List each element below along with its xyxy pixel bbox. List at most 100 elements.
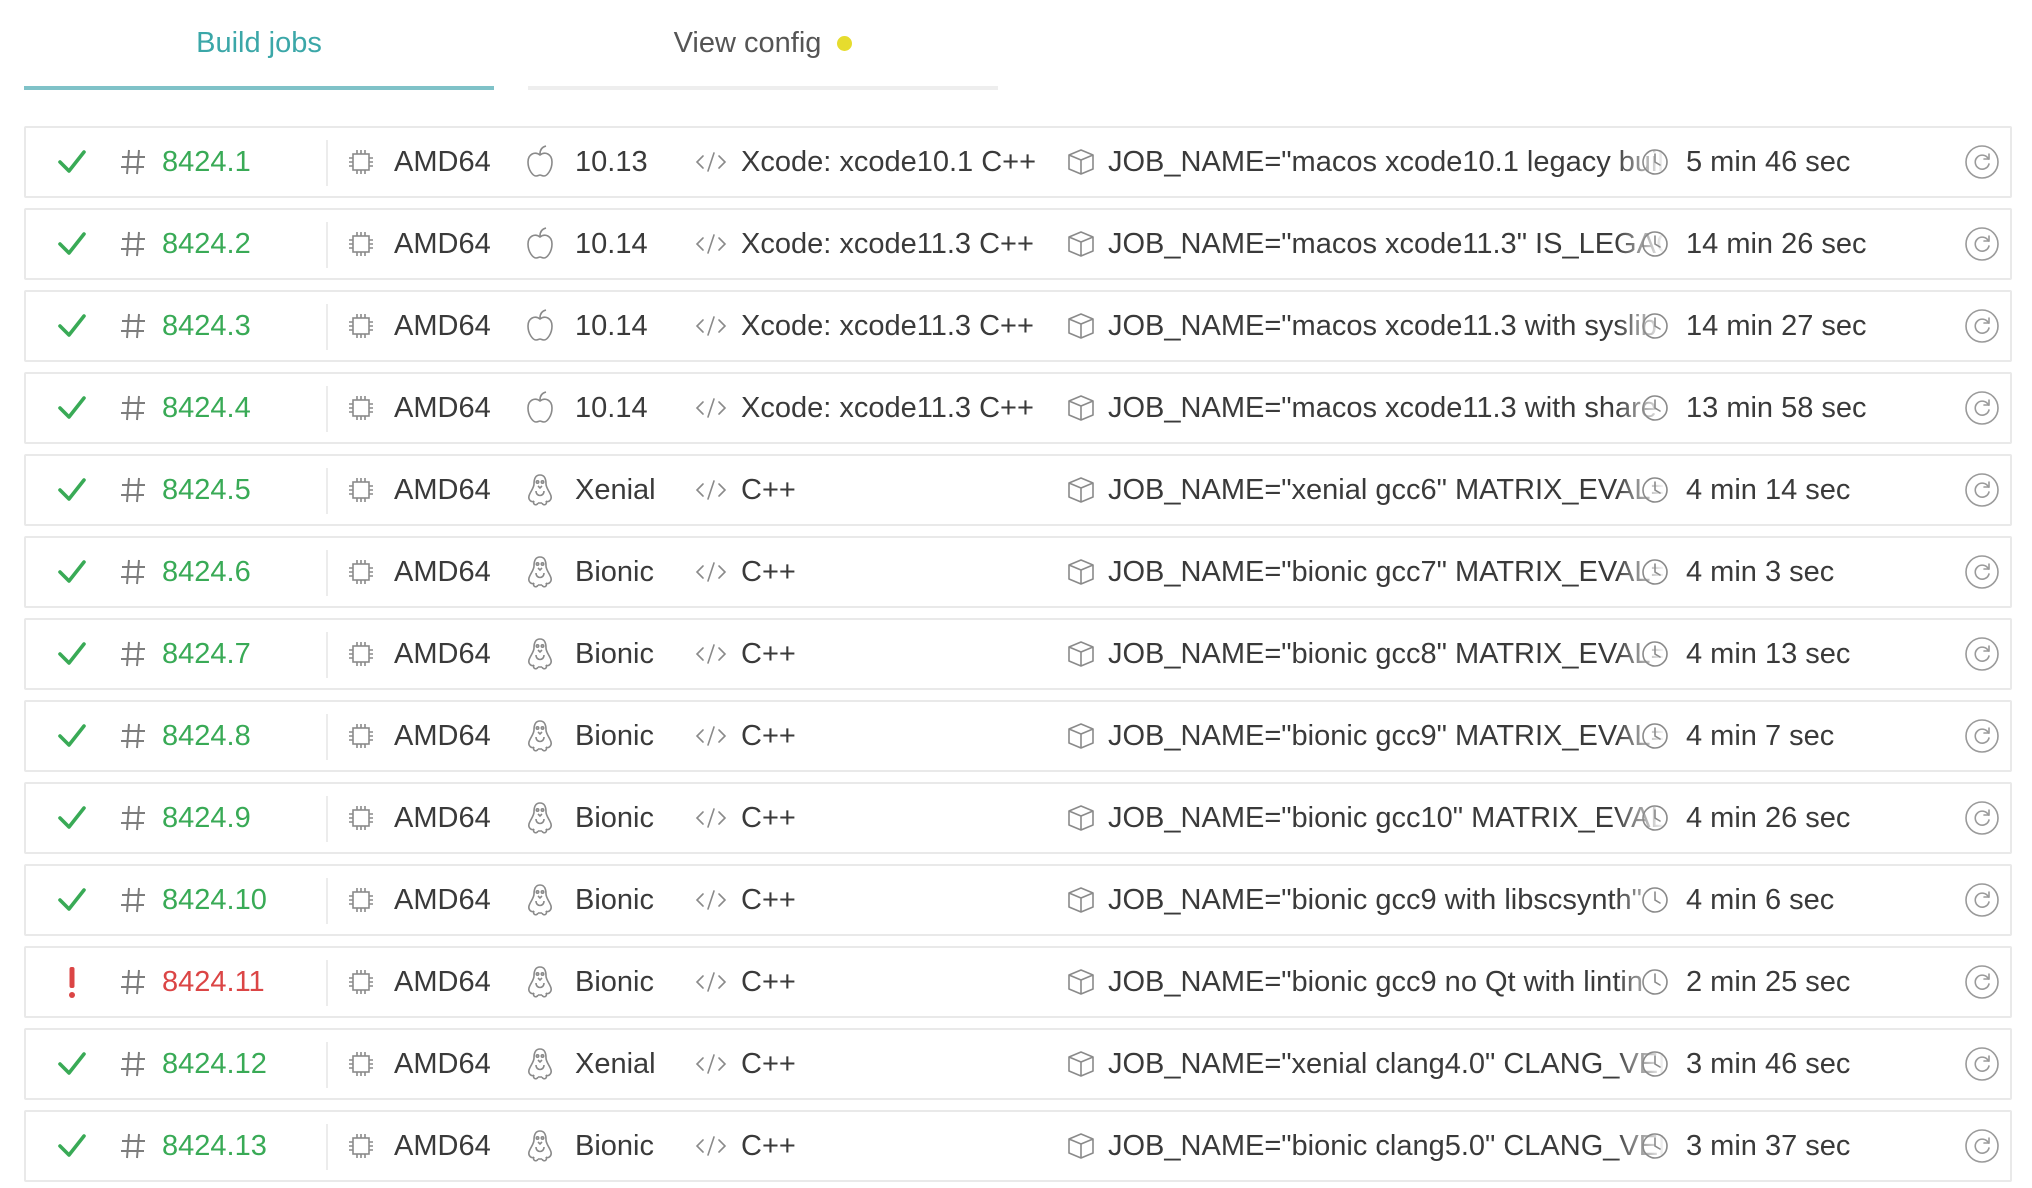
hash-icon bbox=[118, 784, 154, 852]
restart-icon[interactable] bbox=[1960, 620, 2004, 688]
job-row[interactable]: 8424.6 AMD64 Bionic C++ JOB_NAME="bionic gcc… bbox=[24, 536, 2012, 608]
restart-icon[interactable] bbox=[1960, 292, 2004, 360]
check-icon bbox=[52, 1112, 92, 1180]
job-arch: AMD64 bbox=[394, 637, 491, 670]
code-icon bbox=[695, 784, 735, 852]
job-os: Bionic bbox=[575, 555, 654, 588]
hash-icon bbox=[118, 1112, 154, 1180]
box-icon bbox=[1066, 866, 1106, 934]
clock-icon bbox=[1639, 210, 1677, 278]
job-os: Bionic bbox=[575, 719, 654, 752]
job-env: JOB_NAME="bionic gcc9" MATRIX_EVAL=" bbox=[1108, 720, 1663, 752]
job-os: Bionic bbox=[575, 1129, 654, 1162]
job-row[interactable]: 8424.12 AMD64 Xenial C++ JOB_NAME="xenial cl… bbox=[24, 1028, 2012, 1100]
job-arch: AMD64 bbox=[394, 391, 491, 424]
job-arch: AMD64 bbox=[394, 309, 491, 342]
restart-icon[interactable] bbox=[1960, 1030, 2004, 1098]
job-row[interactable]: 8424.2 AMD64 10.14 Xcode: xcode11.3 C++ JOB_… bbox=[24, 208, 2012, 280]
job-number[interactable]: 8424.1 bbox=[162, 128, 322, 196]
job-arch: AMD64 bbox=[394, 883, 491, 916]
job-arch: AMD64 bbox=[394, 965, 491, 998]
restart-icon[interactable] bbox=[1960, 948, 2004, 1016]
job-number[interactable]: 8424.10 bbox=[162, 866, 322, 934]
check-icon bbox=[52, 538, 92, 606]
job-duration: 3 min 46 sec bbox=[1686, 1047, 1851, 1080]
job-language: C++ bbox=[741, 1047, 796, 1080]
restart-icon[interactable] bbox=[1960, 210, 2004, 278]
job-number[interactable]: 8424.9 bbox=[162, 784, 322, 852]
restart-icon[interactable] bbox=[1960, 374, 2004, 442]
check-icon bbox=[52, 210, 92, 278]
job-env: JOB_NAME="bionic gcc9 with libscsynth" bbox=[1108, 884, 1642, 916]
check-icon bbox=[52, 1030, 92, 1098]
cpu-chip-icon bbox=[346, 702, 382, 770]
job-row[interactable]: 8424.1 AMD64 10.13 Xcode: xcode10.1 C++ JOB_… bbox=[24, 126, 2012, 198]
hash-icon bbox=[118, 374, 154, 442]
tab-view-config[interactable]: View config bbox=[528, 0, 998, 90]
job-row[interactable]: 8424.5 AMD64 Xenial C++ JOB_NAME="xenial gcc… bbox=[24, 454, 2012, 526]
job-number[interactable]: 8424.8 bbox=[162, 702, 322, 770]
hash-icon bbox=[118, 128, 154, 196]
restart-icon[interactable] bbox=[1960, 1112, 2004, 1180]
clock-icon bbox=[1639, 620, 1677, 688]
apple-icon bbox=[524, 128, 564, 196]
restart-icon[interactable] bbox=[1960, 866, 2004, 934]
linux-penguin-icon bbox=[524, 948, 564, 1016]
hash-icon bbox=[118, 702, 154, 770]
code-icon bbox=[695, 374, 735, 442]
job-row[interactable]: 8424.7 AMD64 Bionic C++ JOB_NAME="bionic gcc… bbox=[24, 618, 2012, 690]
cpu-chip-icon bbox=[346, 1030, 382, 1098]
job-row[interactable]: 8424.13 AMD64 Bionic C++ JOB_NAME="bionic cl… bbox=[24, 1110, 2012, 1182]
clock-icon bbox=[1639, 538, 1677, 606]
restart-icon[interactable] bbox=[1960, 702, 2004, 770]
job-language: C++ bbox=[741, 801, 796, 834]
job-arch: AMD64 bbox=[394, 801, 491, 834]
box-icon bbox=[1066, 784, 1106, 852]
job-row[interactable]: 8424.8 AMD64 Bionic C++ JOB_NAME="bionic gcc… bbox=[24, 700, 2012, 772]
job-number[interactable]: 8424.2 bbox=[162, 210, 322, 278]
clock-icon bbox=[1639, 292, 1677, 360]
linux-penguin-icon bbox=[524, 784, 564, 852]
config-status-dot bbox=[837, 35, 853, 51]
job-number[interactable]: 8424.13 bbox=[162, 1112, 322, 1180]
box-icon bbox=[1066, 538, 1106, 606]
clock-icon bbox=[1639, 374, 1677, 442]
restart-icon[interactable] bbox=[1960, 538, 2004, 606]
job-row[interactable]: 8424.3 AMD64 10.14 Xcode: xcode11.3 C++ JOB_… bbox=[24, 290, 2012, 362]
job-arch: AMD64 bbox=[394, 1047, 491, 1080]
job-number[interactable]: 8424.3 bbox=[162, 292, 322, 360]
job-env: JOB_NAME="bionic gcc7" MATRIX_EVAL=" bbox=[1108, 556, 1663, 588]
job-number[interactable]: 8424.6 bbox=[162, 538, 322, 606]
job-row[interactable]: 8424.9 AMD64 Bionic C++ JOB_NAME="bionic gcc… bbox=[24, 782, 2012, 854]
clock-icon bbox=[1639, 702, 1677, 770]
check-icon bbox=[52, 702, 92, 770]
job-number[interactable]: 8424.11 bbox=[162, 948, 322, 1016]
job-language: Xcode: xcode10.1 C++ bbox=[741, 145, 1037, 178]
code-icon bbox=[695, 456, 735, 524]
job-os: Bionic bbox=[575, 801, 654, 834]
restart-icon[interactable] bbox=[1960, 456, 2004, 524]
job-row[interactable]: 8424.10 AMD64 Bionic C++ JOB_NAME="bionic gc… bbox=[24, 864, 2012, 936]
job-os: 10.13 bbox=[575, 145, 648, 178]
job-language: Xcode: xcode11.3 C++ bbox=[741, 227, 1034, 260]
job-number[interactable]: 8424.4 bbox=[162, 374, 322, 442]
clock-icon bbox=[1639, 784, 1677, 852]
restart-icon[interactable] bbox=[1960, 128, 2004, 196]
job-env: JOB_NAME="bionic clang5.0" CLANG_VER bbox=[1108, 1130, 1663, 1162]
column-divider bbox=[326, 386, 328, 432]
job-number[interactable]: 8424.5 bbox=[162, 456, 322, 524]
tab-build-jobs[interactable]: Build jobs bbox=[24, 0, 494, 90]
column-divider bbox=[326, 222, 328, 268]
apple-icon bbox=[524, 210, 564, 278]
column-divider bbox=[326, 1042, 328, 1088]
job-env: JOB_NAME="bionic gcc8" MATRIX_EVAL=" bbox=[1108, 638, 1663, 670]
restart-icon[interactable] bbox=[1960, 784, 2004, 852]
job-row[interactable]: 8424.4 AMD64 10.14 Xcode: xcode11.3 C++ JOB_… bbox=[24, 372, 2012, 444]
job-row[interactable]: 8424.11 AMD64 Bionic C++ JOB_NAME="bionic gc… bbox=[24, 946, 2012, 1018]
box-icon bbox=[1066, 702, 1106, 770]
code-icon bbox=[695, 702, 735, 770]
job-arch: AMD64 bbox=[394, 227, 491, 260]
job-number[interactable]: 8424.12 bbox=[162, 1030, 322, 1098]
job-arch: AMD64 bbox=[394, 1129, 491, 1162]
job-number[interactable]: 8424.7 bbox=[162, 620, 322, 688]
